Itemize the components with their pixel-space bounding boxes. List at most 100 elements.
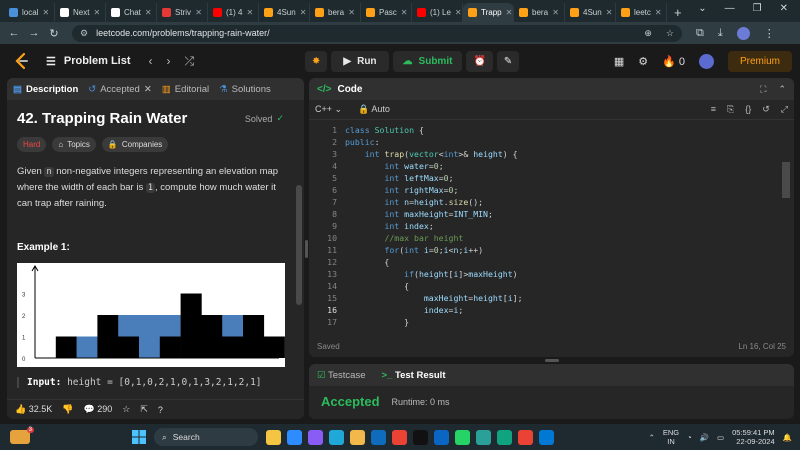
braces-icon[interactable]: {} bbox=[745, 104, 751, 115]
collapse-panel-icon[interactable]: ⌃ bbox=[778, 84, 786, 95]
problem-list-icon[interactable]: ☰ bbox=[46, 55, 56, 68]
gmail-icon[interactable] bbox=[392, 429, 407, 445]
windows-start-icon[interactable] bbox=[132, 430, 146, 444]
browser-tab[interactable]: Chat ✕ bbox=[106, 3, 157, 22]
browser-tab[interactable]: Striv ✕ bbox=[157, 3, 208, 22]
browser-tab[interactable]: (1) Le ✕ bbox=[412, 3, 463, 22]
new-tab-button[interactable]: + bbox=[667, 3, 689, 22]
close-tab-icon[interactable]: ✕ bbox=[93, 8, 100, 17]
close-tab-icon[interactable]: ✕ bbox=[246, 8, 253, 17]
folder-icon[interactable] bbox=[350, 429, 365, 445]
back-icon[interactable]: ← bbox=[4, 27, 24, 39]
app-icon[interactable] bbox=[476, 429, 491, 445]
like-button[interactable]: 👍 32.5K bbox=[15, 404, 52, 415]
maximize-panel-icon[interactable]: ⛶ bbox=[760, 84, 766, 95]
vertical-resize-handle[interactable] bbox=[305, 240, 308, 258]
tray-overflow-icon[interactable]: ⌃ bbox=[649, 433, 655, 442]
x-twitter-icon[interactable] bbox=[413, 429, 428, 445]
zoom-icon[interactable] bbox=[287, 429, 302, 445]
close-tab-icon[interactable]: ✕ bbox=[144, 84, 152, 95]
help-icon[interactable]: ? bbox=[158, 405, 163, 415]
volume-icon[interactable]: 🔊 bbox=[700, 433, 709, 442]
close-tab-icon[interactable]: ✕ bbox=[195, 8, 202, 17]
close-tab-icon[interactable]: ✕ bbox=[348, 8, 355, 17]
close-tab-icon[interactable]: ✕ bbox=[606, 8, 613, 17]
language-indicator[interactable]: ENG IN bbox=[663, 428, 679, 446]
code-editor[interactable]: 1 2 3 4 5 6 7 8 9 10 11 12 13 14 15 16 17 class Solution… bbox=[309, 120, 794, 330]
edge-icon[interactable] bbox=[329, 429, 344, 445]
browser-tab[interactable]: local ✕ bbox=[4, 3, 55, 22]
debug-button[interactable]: ✸ bbox=[305, 51, 328, 72]
browser-tab[interactable]: Next ✕ bbox=[55, 3, 106, 22]
close-tab-icon[interactable]: ✕ bbox=[506, 8, 513, 17]
browser-tab[interactable]: bera ✕ bbox=[310, 3, 361, 22]
tab-search-icon[interactable]: ⌄ bbox=[698, 3, 706, 14]
prev-problem-icon[interactable]: ‹ bbox=[149, 54, 153, 69]
forward-icon[interactable]: → bbox=[24, 27, 44, 39]
leetcode-logo-icon[interactable] bbox=[12, 51, 32, 71]
extensions-icon[interactable]: ⧉ bbox=[696, 27, 704, 40]
site-info-icon[interactable]: ⚙ bbox=[80, 28, 88, 39]
menu-icon[interactable]: ⋮ bbox=[764, 27, 775, 40]
whatsapp-icon[interactable] bbox=[455, 429, 470, 445]
url-field[interactable]: ⚙ leetcode.com/problems/trapping-rain-wa… bbox=[72, 24, 682, 42]
reset-icon[interactable]: ↺ bbox=[762, 104, 770, 115]
topics-chip[interactable]: ⌂ Topics bbox=[52, 137, 96, 152]
dislike-icon[interactable]: 👎 bbox=[62, 404, 73, 415]
premium-button[interactable]: Premium bbox=[727, 51, 792, 72]
browser-tab[interactable]: 4Sun ✕ bbox=[565, 3, 616, 22]
description-scrollbar[interactable] bbox=[296, 185, 302, 305]
browser-tab[interactable]: Pasc ✕ bbox=[361, 3, 412, 22]
close-tab-icon[interactable]: ✕ bbox=[552, 8, 559, 17]
close-tab-icon[interactable]: ✕ bbox=[42, 8, 49, 17]
companies-chip[interactable]: 🔒 Companies bbox=[101, 137, 169, 152]
chatgpt-icon[interactable] bbox=[497, 429, 512, 445]
comments-button[interactable]: 💬 290 bbox=[83, 404, 112, 415]
tab-accepted[interactable]: ↺ Accepted ✕ bbox=[88, 84, 152, 95]
zoom-icon[interactable]: ⊕ bbox=[644, 28, 652, 39]
submit-button[interactable]: ☁ Submit bbox=[392, 51, 463, 72]
close-tab-icon[interactable]: ✕ bbox=[655, 8, 662, 17]
tab-test-result[interactable]: >_ Test Result bbox=[382, 370, 446, 381]
share-icon[interactable]: ⇱ bbox=[140, 404, 148, 415]
bookmark-icon[interactable]: ⎘ bbox=[727, 104, 734, 115]
timer-button[interactable]: ⏰ bbox=[466, 51, 493, 72]
maximize-icon[interactable]: ❐ bbox=[753, 3, 762, 14]
profile-avatar[interactable] bbox=[736, 26, 750, 40]
notification-bell-icon[interactable]: 🔔 bbox=[783, 433, 792, 442]
difficulty-chip[interactable]: Hard bbox=[17, 137, 47, 152]
auto-mode[interactable]: 🔒 Auto bbox=[358, 104, 390, 115]
browser-tab[interactable]: 4Sun ✕ bbox=[259, 3, 310, 22]
close-tab-icon[interactable]: ✕ bbox=[300, 8, 307, 17]
user-avatar[interactable] bbox=[698, 54, 714, 69]
streak[interactable]: 🔥 0 bbox=[662, 55, 685, 68]
battery-icon[interactable]: ▭ bbox=[717, 433, 724, 442]
browser-tab[interactable]: leetc ✕ bbox=[616, 3, 667, 22]
close-tab-icon[interactable]: ✕ bbox=[145, 8, 152, 17]
close-tab-icon[interactable]: ✕ bbox=[455, 8, 462, 17]
horizontal-resize-handle[interactable] bbox=[545, 359, 559, 362]
mail-icon[interactable] bbox=[371, 429, 386, 445]
chrome-icon[interactable] bbox=[518, 429, 533, 445]
taskbar-search[interactable]: ⌕ Search bbox=[154, 428, 258, 446]
problem-list-link[interactable]: Problem List bbox=[64, 55, 131, 67]
vscode-icon[interactable] bbox=[539, 429, 554, 445]
next-problem-icon[interactable]: › bbox=[167, 54, 171, 69]
notes-button[interactable]: ✎ bbox=[496, 51, 520, 72]
wifi-icon[interactable]: ◔ bbox=[687, 433, 692, 442]
close-window-icon[interactable]: ✕ bbox=[780, 3, 788, 14]
tab-editorial[interactable]: ▥ Editorial bbox=[162, 84, 209, 95]
run-button[interactable]: ▶ Run bbox=[331, 51, 389, 72]
tab-description[interactable]: ▤ Description bbox=[13, 84, 78, 95]
settings-gear-icon[interactable]: ⚙ bbox=[638, 55, 648, 68]
widgets-icon[interactable]: 3 bbox=[10, 427, 34, 444]
file-explorer-icon[interactable] bbox=[266, 429, 281, 445]
shuffle-icon[interactable]: ⤮ bbox=[185, 54, 195, 69]
fullscreen-icon[interactable]: ⤢ bbox=[781, 104, 788, 115]
language-select[interactable]: C++ ⌄ bbox=[315, 104, 342, 115]
code-scrollbar[interactable] bbox=[782, 162, 790, 198]
browser-tab[interactable]: bera ✕ bbox=[514, 3, 565, 22]
close-tab-icon[interactable]: ✕ bbox=[401, 8, 408, 17]
browser-tab[interactable]: (1) 4 ✕ bbox=[208, 3, 259, 22]
reload-icon[interactable]: ↻ bbox=[44, 27, 64, 40]
